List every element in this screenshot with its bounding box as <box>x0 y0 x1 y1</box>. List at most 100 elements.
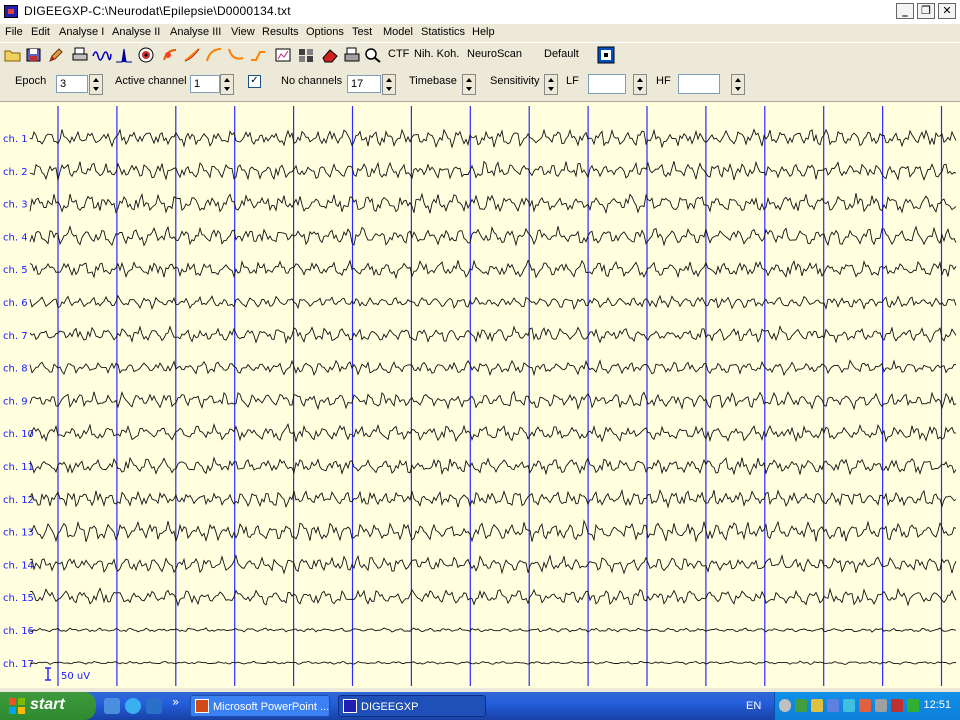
task-digeegxp[interactable]: DIGEEGXP <box>338 695 486 717</box>
menu-options[interactable]: Options <box>306 26 344 38</box>
nih-koh-button[interactable]: Nih. Koh. <box>414 48 459 60</box>
outlook-icon[interactable] <box>146 698 162 714</box>
tray-network-icon[interactable] <box>811 699 823 712</box>
channel-label[interactable]: ch. 14 <box>3 560 34 571</box>
timebase-spinner[interactable] <box>462 74 476 95</box>
menu-analyse-1[interactable]: Analyse I <box>59 26 104 38</box>
channel-label[interactable]: ch. 8 <box>3 364 28 375</box>
tray-shield-icon[interactable] <box>795 699 807 712</box>
default-button[interactable]: Default <box>544 48 579 60</box>
edit-pencil-icon[interactable] <box>46 46 66 64</box>
filter-icon[interactable] <box>160 46 180 64</box>
eeg-trace <box>29 160 957 181</box>
eeg-plot-area[interactable]: ch. 1 ch. 2 ch. 3 ch. 4 ch. 5 ch. 6 ch. 7 ch. 8… <box>0 102 960 688</box>
active-channel-field[interactable]: 1 <box>190 75 220 93</box>
print-icon[interactable] <box>70 46 90 64</box>
tray-battery-icon[interactable] <box>907 699 919 712</box>
eeg-trace <box>29 587 957 607</box>
ctf-button[interactable]: CTF <box>388 48 409 60</box>
app-icon[interactable] <box>4 5 18 18</box>
internet-explorer-icon[interactable] <box>125 698 141 714</box>
restore-button[interactable]: ❐ <box>917 3 935 19</box>
quicklaunch-more[interactable]: » <box>172 695 179 709</box>
channel-label[interactable]: ch. 15 <box>3 593 34 604</box>
language-indicator[interactable]: EN <box>746 700 761 712</box>
close-button[interactable]: ✕ <box>938 3 956 19</box>
epoch-spinner[interactable] <box>89 74 103 95</box>
eeg-trace <box>29 519 957 543</box>
trend-icon[interactable] <box>182 46 202 64</box>
menu-analyse-3[interactable]: Analyse III <box>170 26 221 38</box>
hf-field[interactable] <box>678 74 720 94</box>
scale-bar <box>45 667 51 681</box>
sensitivity-label: Sensitivity <box>490 75 540 87</box>
channel-label[interactable]: ch. 2 <box>3 167 28 178</box>
tray-security-icon[interactable] <box>859 699 871 712</box>
system-tray: 12:51 <box>774 692 960 720</box>
puzzle-icon[interactable] <box>296 46 316 64</box>
minimize-button[interactable]: _ <box>896 3 914 19</box>
channel-label[interactable]: ch. 6 <box>3 298 28 309</box>
print2-icon[interactable] <box>342 46 362 64</box>
channel-label[interactable]: ch. 16 <box>3 626 34 637</box>
tray-display-icon[interactable] <box>827 699 839 712</box>
erase-icon[interactable] <box>320 46 340 64</box>
channel-label[interactable]: ch. 17 <box>3 659 34 670</box>
channel-label[interactable]: ch. 9 <box>3 396 28 407</box>
menu-help[interactable]: Help <box>472 26 495 38</box>
neuroscan-button[interactable]: NeuroScan <box>467 48 522 60</box>
eeg-trace <box>29 324 957 345</box>
menu-analyse-2[interactable]: Analyse II <box>112 26 160 38</box>
show-desktop-icon[interactable] <box>104 698 120 714</box>
window-title: DIGEEGXP-C:\Neurodat\Epilepsie\D0000134.… <box>24 4 291 18</box>
channel-label[interactable]: ch. 10 <box>3 429 34 440</box>
tray-bluetooth-icon[interactable] <box>843 699 855 712</box>
menu-results[interactable]: Results <box>262 26 299 38</box>
channel-label[interactable]: ch. 4 <box>3 232 28 243</box>
open-folder-icon[interactable] <box>3 46 23 64</box>
no-channels-label: No channels <box>281 75 343 87</box>
lowpass-icon[interactable] <box>248 46 268 64</box>
wave-icon[interactable] <box>92 46 112 64</box>
task-digeegxp-label: DIGEEGXP <box>361 701 419 713</box>
menu-view[interactable]: View <box>231 26 255 38</box>
histogram-icon[interactable] <box>273 46 293 64</box>
channel-label[interactable]: ch. 12 <box>3 495 34 506</box>
task-powerpoint[interactable]: Microsoft PowerPoint ... <box>190 695 330 717</box>
menu-model[interactable]: Model <box>383 26 413 38</box>
menu-statistics[interactable]: Statistics <box>421 26 465 38</box>
no-channels-field[interactable]: 17 <box>347 75 381 93</box>
active-channel-checkbox[interactable]: ✓ <box>248 75 261 88</box>
zoom-icon[interactable] <box>363 46 383 64</box>
lf-spinner[interactable] <box>633 74 647 95</box>
menu-file[interactable]: File <box>5 26 23 38</box>
channel-label[interactable]: ch. 1 <box>3 134 28 145</box>
spectrum-icon[interactable] <box>114 46 134 64</box>
channel-label[interactable]: ch. 7 <box>3 331 28 342</box>
start-button[interactable]: start <box>0 692 96 720</box>
active-channel-label: Active channel <box>115 75 187 87</box>
tray-expand-icon[interactable] <box>779 699 791 712</box>
no-channels-spinner[interactable] <box>382 74 396 95</box>
tray-speaker-icon[interactable] <box>875 699 887 712</box>
active-channel-spinner[interactable] <box>220 74 234 95</box>
target-frame-icon[interactable] <box>596 46 616 64</box>
tray-alert-icon[interactable] <box>891 699 903 712</box>
channel-label[interactable]: ch. 13 <box>3 528 34 539</box>
menu-edit[interactable]: Edit <box>31 26 50 38</box>
hf-spinner[interactable] <box>731 74 745 95</box>
curve-icon[interactable] <box>204 46 224 64</box>
timebase-label: Timebase <box>409 75 457 87</box>
eeg-trace <box>29 225 957 247</box>
sensitivity-spinner[interactable] <box>544 74 558 95</box>
menu-test[interactable]: Test <box>352 26 372 38</box>
channel-label[interactable]: ch. 3 <box>3 200 28 211</box>
channel-label[interactable]: ch. 5 <box>3 265 28 276</box>
brain-map-icon[interactable] <box>136 46 156 64</box>
curve-orange-icon[interactable] <box>226 46 246 64</box>
lf-field[interactable] <box>588 74 626 94</box>
hf-label: HF <box>656 75 671 87</box>
epoch-field[interactable]: 3 <box>56 75 88 93</box>
save-disk-icon[interactable] <box>24 46 44 64</box>
channel-label[interactable]: ch. 11 <box>3 462 34 473</box>
